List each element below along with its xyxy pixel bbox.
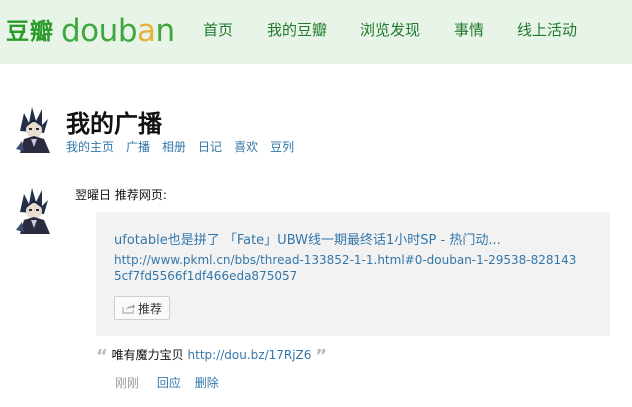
nav-item-explore[interactable]: 浏览发现	[360, 19, 420, 40]
status-actions: 刚刚 回应 删除	[115, 374, 229, 391]
logo-en-text: douban	[61, 12, 175, 50]
logo-en-part: b	[117, 13, 138, 49]
logo-cn-text: 豆瓣	[6, 19, 54, 45]
subnav-doulist[interactable]: 豆列	[270, 140, 294, 154]
close-quote-icon: ”	[315, 346, 328, 367]
comment-link[interactable]: http://dou.bz/17RjZ6	[188, 348, 312, 362]
status-time: 刚刚	[115, 376, 140, 390]
status-verb: 推荐网页:	[114, 188, 167, 202]
recommend-button-label: 推荐	[137, 301, 162, 316]
subnav-likes[interactable]: 喜欢	[234, 140, 258, 154]
avatar	[14, 184, 54, 234]
shared-link-card: ufotable也是拼了 「Fate」UBW线一期最终话1小时SP - 热门动.…	[96, 212, 610, 336]
status-user-name[interactable]: 翌曜日	[75, 188, 111, 202]
logo-en-part: n	[155, 13, 176, 49]
logo-en-part: a	[137, 13, 156, 49]
top-nav-bar: 豆瓣 douban 首页 我的豆瓣 浏览发现 事情 线上活动	[0, 0, 632, 64]
nav-item-my-douban[interactable]: 我的豆瓣	[267, 19, 327, 40]
avatar	[14, 103, 54, 153]
nav-item-online-events[interactable]: 线上活动	[517, 19, 577, 40]
reply-link[interactable]: 回应	[157, 376, 181, 390]
subnav-home[interactable]: 我的主页	[66, 140, 114, 154]
profile-sub-nav: 我的主页 广播 相册 日记 喜欢 豆列	[66, 138, 306, 155]
status-comment: “ 唯有魔力宝贝 http://dou.bz/17RjZ6 ”	[96, 346, 327, 367]
page-title: 我的广播	[66, 110, 162, 138]
comment-text: 唯有魔力宝贝	[111, 348, 184, 362]
status-header: 翌曜日 推荐网页:	[75, 186, 167, 203]
nav-item-home[interactable]: 首页	[203, 19, 233, 40]
recommend-button[interactable]: 推荐	[114, 296, 170, 320]
shared-link-title[interactable]: ufotable也是拼了 「Fate」UBW线一期最终话1小时SP - 热门动.…	[114, 229, 501, 248]
profile-avatar[interactable]	[14, 103, 54, 153]
subnav-broadcast[interactable]: 广播	[126, 140, 150, 154]
logo-en-part: do	[61, 13, 99, 49]
open-quote-icon: “	[96, 346, 108, 367]
subnav-album[interactable]: 相册	[162, 140, 186, 154]
logo-en-part: u	[98, 13, 119, 49]
status-avatar[interactable]	[14, 184, 54, 234]
nav-item-events[interactable]: 事情	[454, 19, 484, 40]
share-icon	[122, 303, 135, 313]
shared-link-url[interactable]: http://www.pkml.cn/bbs/thread-133852-1-1…	[114, 252, 584, 284]
subnav-diary[interactable]: 日记	[198, 140, 222, 154]
delete-link[interactable]: 删除	[195, 376, 219, 390]
